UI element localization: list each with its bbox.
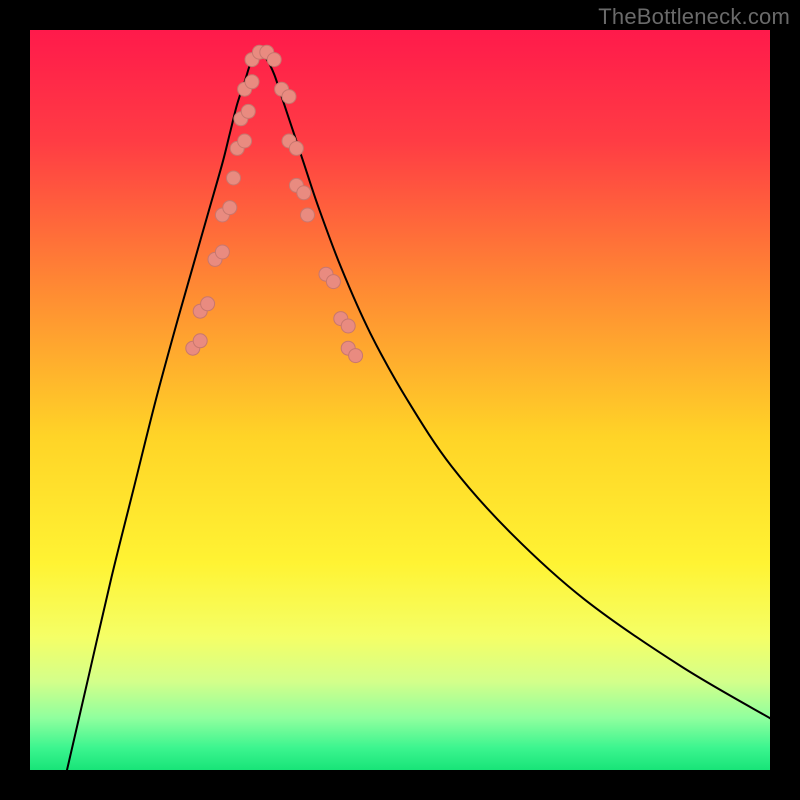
- background-gradient: [30, 30, 770, 770]
- plot-area: [30, 30, 770, 770]
- chart-frame: TheBottleneck.com: [0, 0, 800, 800]
- watermark-text: TheBottleneck.com: [598, 4, 790, 30]
